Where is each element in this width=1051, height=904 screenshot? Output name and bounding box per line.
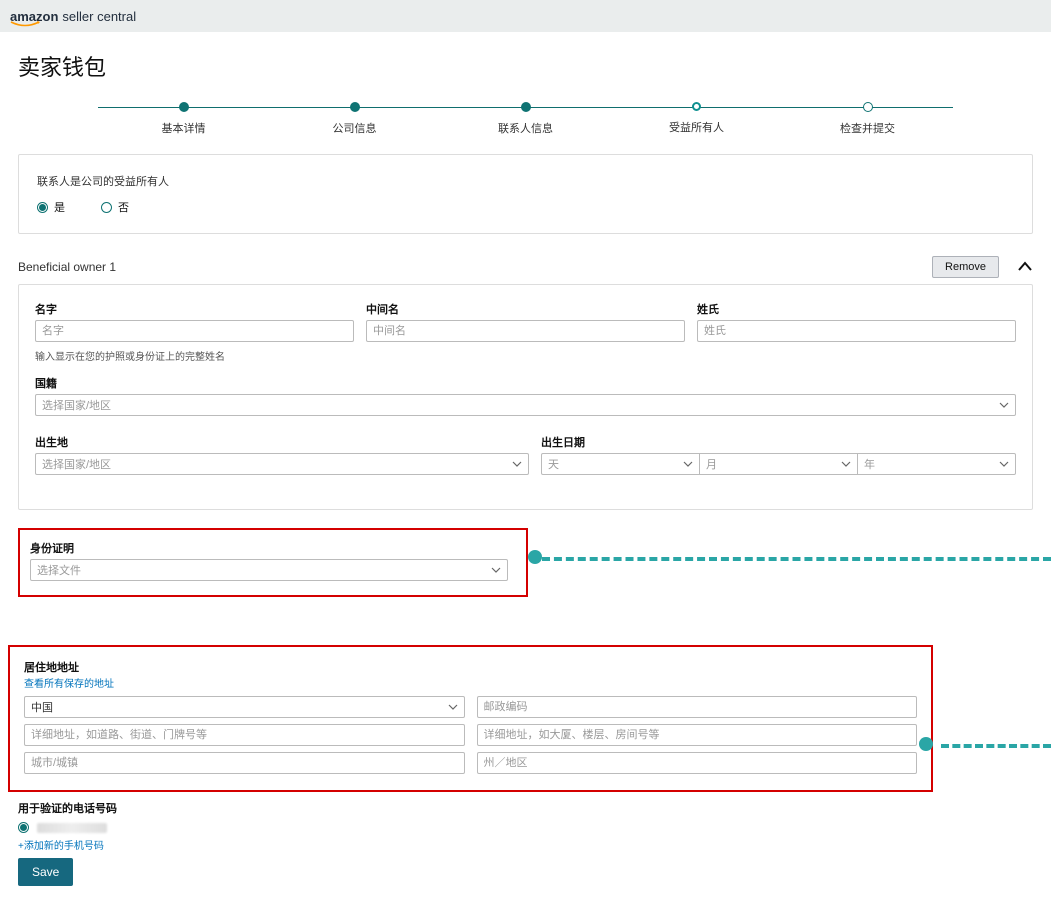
chevron-down-icon: [491, 565, 501, 575]
identity-label: 身份证明: [30, 543, 74, 555]
state-input[interactable]: [477, 752, 918, 774]
phone-section: 用于验证的电话号码 +添加新的手机号码: [18, 800, 1033, 852]
dob-label: 出生日期: [541, 434, 1016, 450]
phone-existing-radio[interactable]: [18, 822, 29, 833]
dob-year-select[interactable]: 年: [858, 453, 1016, 475]
middle-name-input[interactable]: [366, 320, 685, 342]
chevron-down-icon: [999, 400, 1009, 410]
birthplace-select[interactable]: 选择国家/地区: [35, 453, 529, 475]
view-saved-addresses-link[interactable]: 查看所有保存的地址: [24, 679, 114, 690]
callout-dot-icon: [528, 550, 542, 564]
chevron-up-icon[interactable]: [1017, 259, 1033, 275]
callout-line: [542, 557, 1051, 561]
step-basic-details: 基本详情: [98, 102, 269, 136]
owner-details-card: 名字 中间名 姓氏 输入显示在您的护照或身份证上的完整姓名 国籍 选择国家/地区: [18, 284, 1033, 510]
amazon-smile-icon: [10, 21, 40, 27]
middle-name-label: 中间名: [366, 301, 685, 317]
dob-day-select[interactable]: 天: [541, 453, 700, 475]
page-title: 卖家钱包: [18, 50, 1033, 82]
contact-is-owner-card: 联系人是公司的受益所有人 是 否: [18, 154, 1033, 234]
chevron-down-icon: [448, 702, 458, 712]
save-button[interactable]: Save: [18, 858, 73, 886]
phone-label: 用于验证的电话号码: [18, 803, 117, 815]
logo-amazon: amazon: [10, 9, 58, 24]
address-label: 居住地地址: [24, 662, 79, 674]
name-hint: 输入显示在您的护照或身份证上的完整姓名: [35, 348, 1016, 363]
identity-doc-select[interactable]: 选择文件: [30, 559, 508, 581]
identity-highlight-box: 身份证明 选择文件: [18, 528, 528, 597]
amazon-seller-central-logo: amazon seller central: [10, 9, 136, 24]
progress-stepper: 基本详情 公司信息 联系人信息 受益所有人 检查并提交: [98, 102, 953, 136]
callout-dot-icon: [919, 737, 933, 751]
beneficial-owner-header: Beneficial owner 1 Remove: [18, 256, 1033, 278]
dob-month-select[interactable]: 月: [700, 453, 858, 475]
nationality-label: 国籍: [35, 375, 1016, 391]
last-name-label: 姓氏: [697, 301, 1016, 317]
address-line1-input[interactable]: [24, 724, 465, 746]
contact-is-owner-label: 联系人是公司的受益所有人: [37, 173, 1014, 189]
address-highlight-box: 居住地地址 查看所有保存的地址 中国: [8, 645, 933, 792]
callout-line: [941, 744, 1051, 748]
birthplace-label: 出生地: [35, 434, 529, 450]
step-review-submit: 检查并提交: [782, 102, 953, 136]
city-input[interactable]: [24, 752, 465, 774]
chevron-down-icon: [999, 459, 1009, 469]
address-country-select[interactable]: 中国: [24, 696, 465, 718]
phone-masked-value: [37, 823, 107, 833]
first-name-label: 名字: [35, 301, 354, 317]
top-bar: amazon seller central: [0, 0, 1051, 32]
first-name-input[interactable]: [35, 320, 354, 342]
step-company-info: 公司信息: [269, 102, 440, 136]
beneficial-owner-title: Beneficial owner 1: [18, 260, 116, 274]
remove-button[interactable]: Remove: [932, 256, 999, 278]
chevron-down-icon: [841, 459, 851, 469]
nationality-select[interactable]: 选择国家/地区: [35, 394, 1016, 416]
add-new-phone-link[interactable]: +添加新的手机号码: [18, 837, 1033, 852]
step-beneficial-owner: 受益所有人: [611, 102, 782, 135]
address-line2-input[interactable]: [477, 724, 918, 746]
step-contact-info: 联系人信息: [440, 102, 611, 136]
postal-code-input[interactable]: [477, 696, 918, 718]
radio-no[interactable]: 否: [101, 199, 129, 215]
chevron-down-icon: [683, 459, 693, 469]
chevron-down-icon: [512, 459, 522, 469]
last-name-input[interactable]: [697, 320, 1016, 342]
logo-seller-central: seller central: [62, 9, 136, 24]
radio-yes[interactable]: 是: [37, 199, 65, 215]
